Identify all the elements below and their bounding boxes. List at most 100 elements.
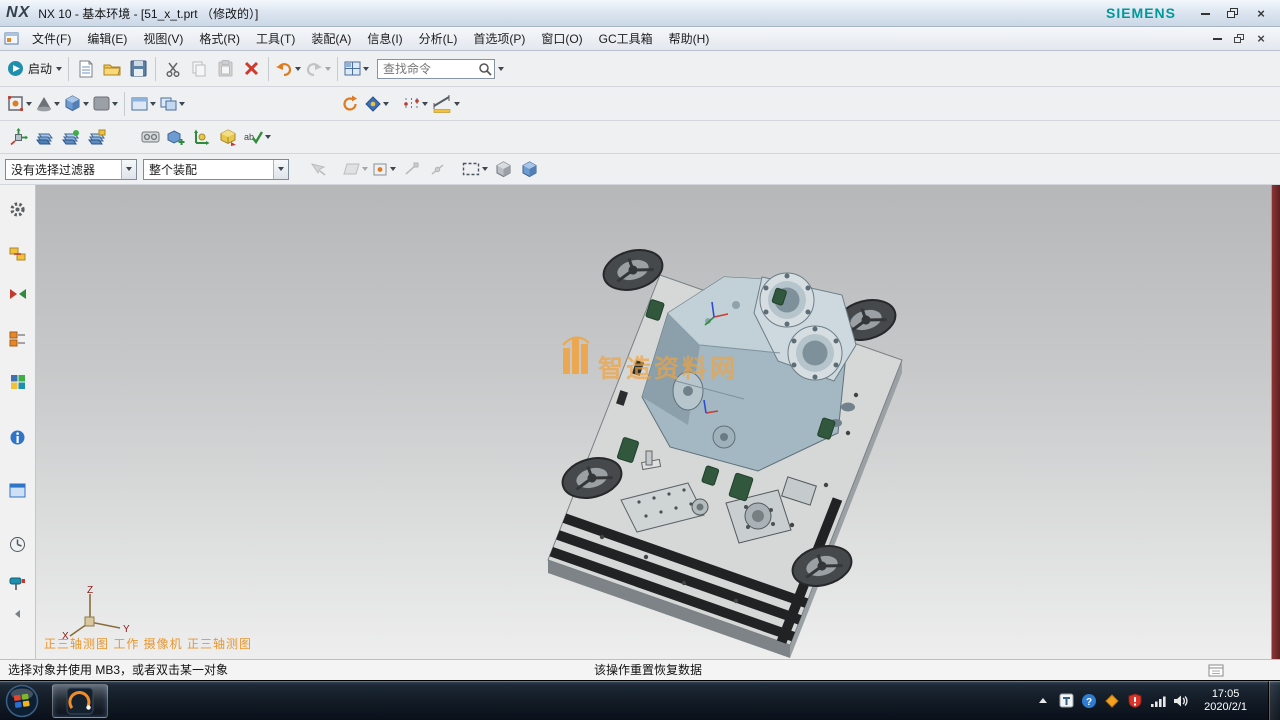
system-materials-button[interactable] <box>8 575 28 593</box>
update-icon[interactable] <box>1104 693 1120 709</box>
check-mate-button[interactable]: ab <box>241 124 273 150</box>
layer-visible-button[interactable] <box>57 124 83 150</box>
close-button[interactable]: × <box>1248 4 1274 22</box>
assembly-constraints-button[interactable] <box>189 124 215 150</box>
shaded-style-icon <box>36 96 52 112</box>
wave-geometry-button[interactable] <box>215 124 241 150</box>
search-options-button[interactable] <box>495 57 506 81</box>
orient-view-button[interactable] <box>5 91 34 117</box>
roles-gear-button[interactable] <box>8 200 28 218</box>
windows-orb-icon <box>5 684 39 718</box>
system-tray: ? 17:05 2020/2/1 <box>1035 681 1280 720</box>
window-panel-button[interactable] <box>8 481 28 499</box>
menu-gc-toolbox[interactable]: GC工具箱 <box>591 27 661 50</box>
security-alert-icon[interactable] <box>1127 693 1143 709</box>
doc-minimize-button[interactable] <box>1206 31 1228 47</box>
part-navigator-button[interactable] <box>8 330 28 348</box>
selection-filter-combo[interactable]: 没有选择过滤器 <box>5 159 137 180</box>
snap-endpoint-button[interactable] <box>398 156 424 182</box>
combo-dropdown-button[interactable] <box>121 160 136 179</box>
network-icon[interactable] <box>1150 693 1166 709</box>
volume-icon[interactable] <box>1173 693 1189 709</box>
layers-category-icon <box>87 129 106 146</box>
menu-tools[interactable]: 工具(T) <box>248 27 303 50</box>
show-desktop-button[interactable] <box>1268 681 1280 720</box>
rectangle-select-button[interactable] <box>460 156 490 182</box>
ime-indicator-icon[interactable] <box>1058 693 1074 709</box>
doc-restore-button[interactable] <box>1228 31 1250 47</box>
snap-midpoint-button[interactable] <box>424 156 450 182</box>
snap-point-button[interactable] <box>363 91 391 117</box>
redo-icon <box>305 61 323 76</box>
web-browser-button[interactable] <box>8 428 28 446</box>
tray-expand-button[interactable] <box>1035 693 1051 709</box>
start-menu-button[interactable]: 启动 <box>5 56 64 82</box>
delete-button[interactable] <box>238 56 264 82</box>
open-folder-icon <box>103 61 122 77</box>
save-button[interactable] <box>125 56 151 82</box>
separator <box>124 92 125 116</box>
layer-settings-button[interactable] <box>31 124 57 150</box>
collapse-resource-bar-button[interactable] <box>8 605 28 623</box>
selection-scope-combo[interactable]: 整个装配 <box>143 159 289 180</box>
doc-close-button[interactable]: × <box>1250 31 1272 47</box>
rendering-style-button[interactable] <box>34 91 62 117</box>
history-button[interactable] <box>8 535 28 553</box>
taskbar-clock[interactable]: 17:05 2020/2/1 <box>1196 688 1255 714</box>
background-color-button[interactable] <box>91 91 120 117</box>
window-cascade-button[interactable] <box>129 91 158 117</box>
view-cube-button[interactable] <box>62 91 91 117</box>
restore-button[interactable] <box>1220 4 1246 22</box>
model-canvas[interactable]: 智造资料网 <box>36 185 1271 659</box>
constraint-snap-button[interactable] <box>401 91 430 117</box>
redo-button[interactable] <box>303 56 333 82</box>
cut-button[interactable] <box>160 56 186 82</box>
tape-button[interactable] <box>137 124 163 150</box>
menu-window[interactable]: 窗口(O) <box>533 27 590 50</box>
taskbar-nx-button[interactable] <box>52 684 108 718</box>
shaded-solid-button[interactable] <box>516 156 542 182</box>
layer-category-button[interactable] <box>83 124 109 150</box>
undo-button[interactable] <box>273 56 303 82</box>
measure-icon <box>432 95 452 113</box>
menu-preferences[interactable]: 首选项(P) <box>465 27 533 50</box>
menu-analysis[interactable]: 分析(L) <box>411 27 466 50</box>
start-button[interactable] <box>2 682 42 720</box>
open-file-button[interactable] <box>99 56 125 82</box>
endpoint-icon <box>404 162 419 177</box>
layers-icon <box>35 129 54 146</box>
assembly-navigator-button[interactable] <box>8 245 28 263</box>
window-layout-button[interactable] <box>342 56 371 82</box>
caret-down-icon <box>295 67 301 71</box>
highlight-solid-button[interactable] <box>490 156 516 182</box>
constraint-navigator-button[interactable] <box>8 285 28 303</box>
menu-view[interactable]: 视图(V) <box>135 27 191 50</box>
add-component-button[interactable] <box>163 124 189 150</box>
snap-plane-button[interactable] <box>341 156 370 182</box>
nx-application-window: NX NX 10 - 基本环境 - [51_x_t.prt （修改的）] SIE… <box>0 0 1280 720</box>
help-center-icon[interactable]: ? <box>1081 693 1097 709</box>
reuse-library-button[interactable] <box>8 373 28 391</box>
select-from-list-button[interactable] <box>305 156 331 182</box>
rotate-view-button[interactable] <box>337 91 363 117</box>
menu-help[interactable]: 帮助(H) <box>661 27 718 50</box>
menu-format[interactable]: 格式(R) <box>191 27 248 50</box>
minimize-button[interactable] <box>1192 4 1218 22</box>
measure-button[interactable] <box>430 91 462 117</box>
move-component-button[interactable] <box>5 124 31 150</box>
window-tile-button[interactable] <box>158 91 187 117</box>
menu-information[interactable]: 信息(I) <box>359 27 410 50</box>
snap-point-toggle-button[interactable] <box>370 156 398 182</box>
menu-file[interactable]: 文件(F) <box>24 27 79 50</box>
menu-bar: 文件(F) 编辑(E) 视图(V) 格式(R) 工具(T) 装配(A) 信息(I… <box>0 27 1280 51</box>
menu-edit[interactable]: 编辑(E) <box>79 27 135 50</box>
menu-assemblies[interactable]: 装配(A) <box>303 27 359 50</box>
graphics-window[interactable]: 智造资料网 Z X Y 正三轴测图 工作 摄像机 正三轴测图 <box>36 185 1271 659</box>
command-finder <box>377 59 495 79</box>
new-file-button[interactable] <box>73 56 99 82</box>
constraints-icon <box>193 129 211 146</box>
combo-dropdown-button[interactable] <box>273 160 288 179</box>
undo-icon <box>275 61 293 76</box>
copy-button[interactable] <box>186 56 212 82</box>
paste-button[interactable] <box>212 56 238 82</box>
